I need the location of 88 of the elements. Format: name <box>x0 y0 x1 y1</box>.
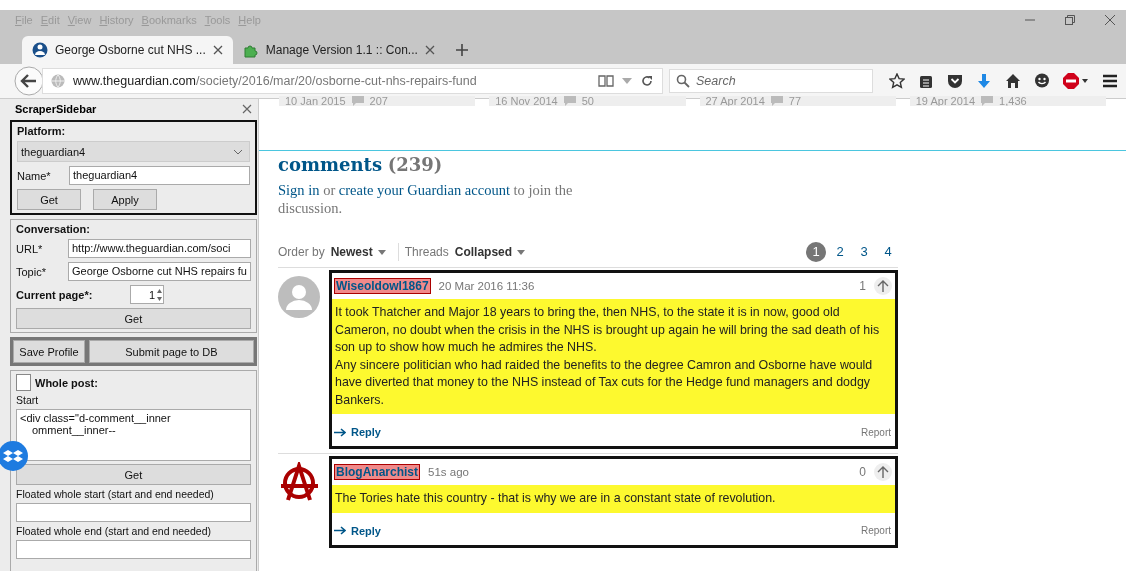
close-icon[interactable] <box>1104 14 1116 26</box>
signin-text: Sign in or create your Guardian account to join the discussion. <box>278 181 574 217</box>
reading-list-icon[interactable] <box>918 73 934 89</box>
search-icon <box>676 74 690 88</box>
order-label: Order by <box>278 245 325 259</box>
reply-arrow-icon <box>334 427 346 437</box>
vote-count: 0 <box>859 465 866 479</box>
field-label: Current page*: <box>16 288 94 301</box>
comments-heading: comments <box>278 154 383 175</box>
platform-select[interactable]: theguardian4 <box>17 141 250 162</box>
page-link[interactable]: 4 <box>878 242 898 262</box>
report-link[interactable]: Report <box>861 525 891 536</box>
site-icon <box>32 42 48 58</box>
home-icon[interactable] <box>1005 73 1021 89</box>
reader-icon[interactable] <box>598 74 614 88</box>
adblock-icon[interactable] <box>1063 73 1089 89</box>
comment-icon <box>770 96 783 106</box>
avatar-icon <box>278 276 320 318</box>
upvote-icon[interactable] <box>874 277 892 295</box>
spinner-arrows-icon <box>156 286 163 303</box>
page-link[interactable]: 1 <box>806 242 826 262</box>
smiley-icon[interactable] <box>1034 73 1050 89</box>
sidebar-button[interactable]: Submit page to DB <box>89 340 254 363</box>
page-spinner[interactable]: 1 <box>130 285 164 304</box>
reload-icon[interactable] <box>640 74 654 88</box>
sidebar-title: ScraperSidebar <box>15 103 97 115</box>
account-link[interactable]: create your Guardian account <box>338 182 510 198</box>
page-link[interactable]: 2 <box>830 242 850 262</box>
threads-label: Threads <box>404 245 449 259</box>
vote-count: 1 <box>859 279 866 293</box>
close-icon[interactable] <box>424 45 435 55</box>
reply-arrow-icon <box>334 526 346 535</box>
comment-time: 20 Mar 2016 11:36 <box>438 280 535 292</box>
field-label: Floated whole start (start and end needed) <box>16 488 215 500</box>
comment-text: The Tories hate this country - that is why we are in a constant state of revolution. <box>332 485 895 513</box>
page-link[interactable]: 3 <box>854 242 874 262</box>
name-field[interactable]: theguardian4 <box>69 166 250 185</box>
close-icon[interactable] <box>242 104 252 114</box>
field-label: Topic* <box>16 265 47 278</box>
download-icon[interactable] <box>976 73 992 89</box>
star-icon[interactable] <box>889 73 905 89</box>
caret-icon <box>517 249 526 255</box>
field-label: Floated whole end (start and end needed) <box>16 525 212 537</box>
caret-icon <box>377 249 386 255</box>
comment-text: It took Thatcher and Major 18 years to bring the, then NHS, to the state it is in now, good old Cameron, no doubt when the crisis in the NHS is brought up again he will bring the sad death of his son up to show how much he admires the NHS. Any sincere politician who had raided the benefits to the degree Camron and Osborne have would have diverted that money to the NHS instead of Tax cuts for the Hedge fund managers and dodgy Bankers. <box>332 299 895 414</box>
topic-field[interactable]: George Osborne cut NHS repairs fu <box>68 262 251 281</box>
comment-icon <box>351 96 364 106</box>
back-icon[interactable] <box>14 66 44 96</box>
close-icon[interactable] <box>212 45 223 55</box>
dropbox-icon[interactable] <box>0 441 28 471</box>
sidebar-button[interactable]: Apply <box>93 189 157 210</box>
sidebar-button[interactable]: Get <box>16 308 251 329</box>
upvote-icon[interactable] <box>874 463 892 481</box>
comment-icon <box>563 96 576 106</box>
pocket-icon[interactable] <box>947 73 963 89</box>
browser-tab[interactable]: George Osborne cut NHS ... <box>22 36 233 64</box>
sidebar-button[interactable]: Save Profile <box>13 340 85 363</box>
address-bar[interactable]: www.theguardian.com/society/2016/mar/20/osborne-cut-nhs-repairs-fund <box>42 68 663 94</box>
threads-dropdown[interactable]: Collapsed <box>454 245 526 259</box>
search-field[interactable]: Search <box>669 69 873 93</box>
field-label: Start <box>16 394 40 406</box>
field-label: URL* <box>16 242 44 255</box>
text-field[interactable] <box>16 503 251 522</box>
group-heading: Whole post: <box>35 376 98 389</box>
group-heading: Conversation: <box>16 223 91 235</box>
checkbox[interactable] <box>16 374 31 391</box>
comment-icon <box>981 96 994 106</box>
text-field[interactable] <box>16 540 251 559</box>
order-dropdown[interactable]: Newest <box>330 245 386 259</box>
chevron-icon <box>232 148 243 155</box>
url-text: www.theguardian.com/society/2016/mar/20/osborne-cut-nhs-repairs-fund <box>73 74 478 88</box>
start-textarea[interactable]: <div class="d-comment__inner omment__inner-- <box>16 409 251 461</box>
sidebar-button[interactable]: Get <box>17 189 81 210</box>
comment-time: 51s ago <box>428 466 469 478</box>
reply-link[interactable]: Reply <box>334 426 381 438</box>
menu-icon[interactable] <box>1102 73 1118 89</box>
field-label: Name* <box>17 169 52 182</box>
restore-icon[interactable] <box>1064 14 1076 26</box>
comments-count: (239) <box>387 154 443 175</box>
group-heading: Platform: <box>17 125 67 137</box>
new-tab-icon[interactable] <box>454 43 469 57</box>
account-link[interactable]: Sign in <box>278 182 320 198</box>
sidebar-button[interactable]: Get <box>16 464 251 485</box>
globe-icon <box>51 74 65 88</box>
browser-tab[interactable]: Manage Version 1.1 :: Con... <box>232 36 445 64</box>
url-field[interactable]: http://www.theguardian.com/soci <box>68 239 251 258</box>
reply-link[interactable]: Reply <box>334 524 381 537</box>
report-link[interactable]: Report <box>861 426 891 438</box>
